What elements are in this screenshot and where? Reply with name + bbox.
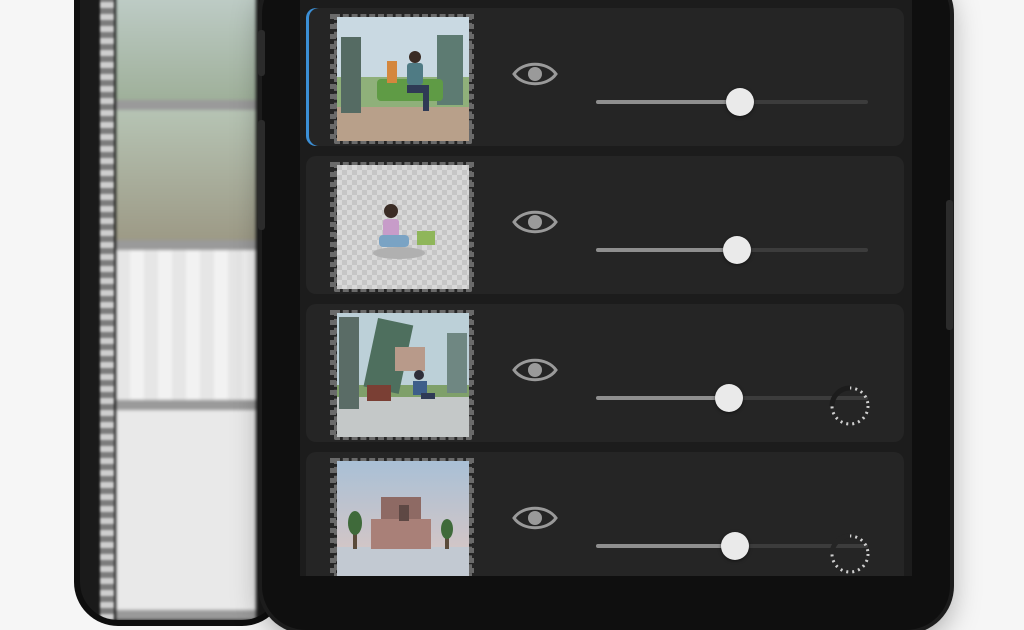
opacity-slider[interactable] — [596, 88, 868, 116]
layers-panel — [300, 0, 912, 576]
back-phone-screen — [116, 0, 256, 620]
layer-1-thumbnail-image — [337, 17, 469, 141]
back-phone-film-strip — [100, 0, 114, 620]
layer-row[interactable] — [306, 156, 904, 294]
eye-icon[interactable] — [511, 58, 559, 90]
opacity-slider-knob[interactable] — [715, 384, 744, 412]
opacity-slider[interactable] — [596, 236, 868, 264]
eye-icon[interactable] — [511, 502, 559, 534]
loading-spinner-icon — [829, 533, 870, 574]
loading-spinner-icon — [829, 385, 870, 426]
phone-side-button — [258, 120, 265, 230]
layer-thumbnail[interactable] — [334, 162, 472, 292]
layer-thumbnail[interactable] — [334, 458, 472, 576]
layer-2-thumbnail-image — [337, 165, 469, 289]
opacity-slider-knob[interactable] — [726, 88, 755, 116]
phone-side-button — [258, 30, 265, 76]
eye-icon[interactable] — [511, 206, 559, 238]
back-phone-tile — [116, 410, 256, 620]
layer-4-thumbnail-image — [337, 461, 469, 576]
layer-3-thumbnail-image — [337, 313, 469, 437]
background-phone — [80, 0, 280, 620]
layer-row[interactable] — [306, 8, 904, 146]
back-phone-tile — [116, 110, 256, 250]
back-phone-tile — [116, 0, 256, 110]
layer-thumbnail[interactable] — [334, 14, 472, 144]
back-phone-tile — [116, 250, 256, 410]
phone-power-button — [946, 200, 953, 330]
opacity-slider-knob[interactable] — [720, 532, 749, 560]
layer-thumbnail[interactable] — [334, 310, 472, 440]
opacity-slider-knob[interactable] — [723, 236, 752, 264]
layer-row[interactable] — [306, 304, 904, 442]
eye-icon[interactable] — [511, 354, 559, 386]
layer-row[interactable] — [306, 452, 904, 576]
